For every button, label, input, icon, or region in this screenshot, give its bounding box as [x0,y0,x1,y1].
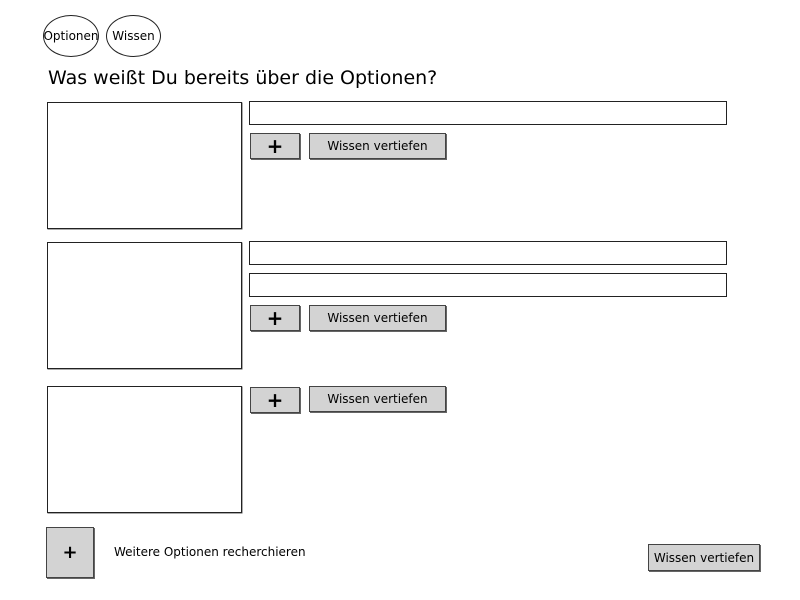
option-image-box [47,386,242,513]
option-3-add-field-button[interactable]: + [250,387,300,413]
option-2-field-1[interactable] [249,241,727,265]
option-1-deepen-button[interactable]: Wissen vertiefen [309,133,446,159]
option-image-box [47,102,242,229]
add-option-label: Weitere Optionen recherchieren [114,545,306,559]
option-1-field-1[interactable] [249,101,727,125]
add-option-button[interactable]: + [46,527,94,578]
nav-optionen[interactable]: Optionen [43,15,99,57]
nav-wissen[interactable]: Wissen [106,15,161,57]
option-3-deepen-button[interactable]: Wissen vertiefen [309,386,446,412]
footer-deepen-button[interactable]: Wissen vertiefen [648,544,760,571]
option-2-add-field-button[interactable]: + [250,305,300,331]
option-1-add-field-button[interactable]: + [250,133,300,159]
option-2-field-2[interactable] [249,273,727,297]
option-image-box [47,242,242,369]
page-title: Was weißt Du bereits über die Optionen? [48,67,438,89]
option-2-deepen-button[interactable]: Wissen vertiefen [309,305,446,331]
